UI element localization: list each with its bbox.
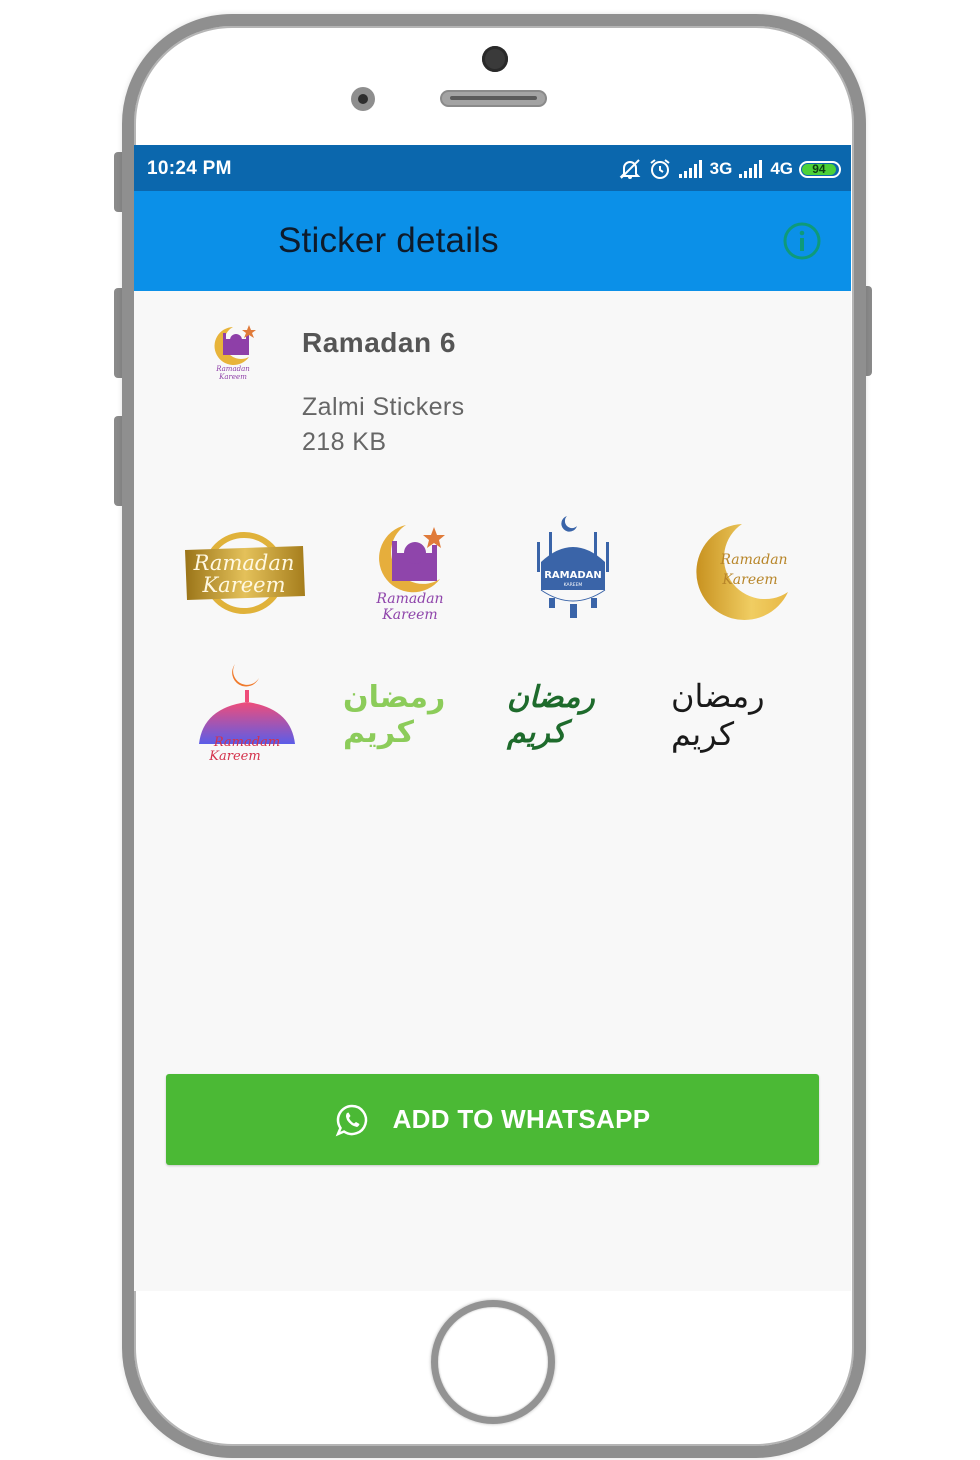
page-title: Sticker details: [278, 221, 499, 260]
add-to-whatsapp-button[interactable]: ADD TO WHATSAPP: [166, 1074, 819, 1165]
phone-side-button: [114, 152, 122, 212]
pack-name: Ramadan 6: [302, 327, 456, 358]
sticker-caption: رمضان كريم: [343, 679, 446, 750]
network-type-1: 3G: [709, 159, 733, 178]
sticker-green-arabic-calligraphy[interactable]: رمضان كريم: [343, 657, 473, 772]
sticker-caption: رمضان كريم: [507, 679, 595, 750]
status-bar: 10:24 PM 3G 4G 94: [134, 145, 851, 191]
app-bar: Sticker details: [134, 191, 851, 291]
sticker-caption: Kareem: [721, 572, 777, 588]
whatsapp-icon: [335, 1104, 367, 1136]
signal-icon: [678, 160, 704, 178]
front-camera: [482, 46, 508, 72]
sticker-caption: Ramadan: [719, 552, 787, 568]
sticker-caption: Kareem: [208, 749, 260, 764]
sticker-gradient-dome[interactable]: Ramadam Kareem: [179, 657, 309, 772]
proximity-sensor: [351, 87, 375, 111]
sticker-caption: RAMADAN: [544, 570, 602, 581]
sticker-caption: KAREEM: [564, 582, 583, 588]
pack-publisher: Zalmi Stickers: [302, 393, 465, 421]
status-time: 10:24 PM: [147, 158, 232, 179]
sticker-caption: رمضان كريم: [671, 676, 765, 753]
sticker-caption: Ramadan: [375, 591, 443, 607]
sticker-gold-crescent[interactable]: Ramadan Kareem: [672, 513, 802, 628]
network-type-2: 4G: [770, 159, 793, 178]
sticker-gold-brush[interactable]: Ramadan Kareem: [179, 515, 309, 630]
add-to-whatsapp-label: ADD TO WHATSAPP: [392, 1104, 651, 1134]
sticker-caption: Kareem: [201, 573, 285, 597]
earpiece-speaker: [440, 90, 547, 107]
pack-tray-icon: Ramadan Kareem: [209, 323, 257, 385]
sticker-black-arabic-calligraphy[interactable]: رمضان كريم: [671, 657, 801, 772]
signal-icon: [738, 160, 764, 178]
sticker-caption: Kareem: [381, 607, 437, 623]
sticker-caption: Ramadam: [213, 735, 280, 750]
volume-up-button: [114, 288, 122, 378]
status-icons: 3G 4G 94: [618, 157, 841, 181]
sticker-blue-mosque-lanterns[interactable]: RAMADAN KAREEM: [508, 513, 638, 628]
svg-text:Kareem: Kareem: [218, 373, 247, 381]
screen: 10:24 PM 3G 4G 94 Sticker details Ramada…: [134, 145, 851, 1291]
volume-down-button: [114, 416, 122, 506]
home-button[interactable]: [431, 1300, 555, 1424]
bell-off-icon: [618, 158, 642, 180]
battery-level: 94: [802, 162, 836, 176]
sticker-dark-green-arabic-calligraphy[interactable]: رمضان كريم: [507, 657, 637, 772]
info-icon: [783, 222, 821, 260]
pack-size: 218 KB: [302, 428, 387, 456]
alarm-icon: [648, 158, 672, 180]
battery-icon: 94: [799, 160, 841, 178]
info-button[interactable]: [782, 221, 822, 261]
sticker-caption: Ramadan: [193, 551, 295, 575]
sticker-purple-mosque-crescent[interactable]: Ramadan Kareem: [344, 517, 474, 632]
tray-caption: Ramadan: [215, 365, 250, 373]
